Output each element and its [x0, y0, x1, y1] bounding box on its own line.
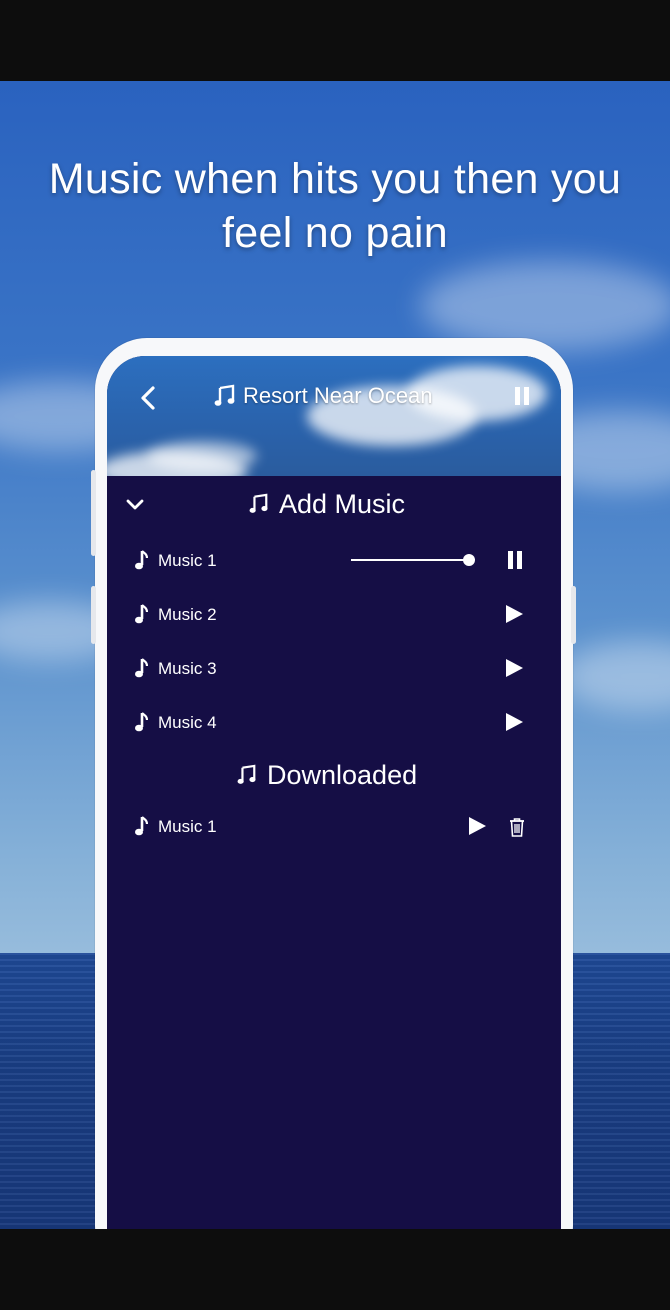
music-notes-icon — [237, 764, 256, 784]
play-icon[interactable] — [503, 657, 525, 679]
list-item[interactable]: Music 1 — [107, 805, 561, 849]
music-note-icon — [135, 550, 148, 570]
music-notes-icon — [249, 493, 268, 513]
app-header: Resort Near Ocean — [107, 356, 561, 476]
trash-icon[interactable] — [508, 816, 526, 838]
play-icon[interactable] — [503, 711, 525, 733]
list-item[interactable]: Music 3 — [107, 647, 561, 691]
list-item[interactable]: Music 1 — [107, 539, 561, 583]
pause-icon[interactable] — [513, 385, 531, 407]
headline-line-2: feel no pain — [222, 209, 448, 257]
list-item[interactable]: Music 4 — [107, 701, 561, 745]
phone-side-button — [571, 586, 576, 644]
track-label: Music 4 — [158, 713, 217, 732]
track-label: Music 1 — [158, 551, 217, 570]
slider-thumb[interactable] — [463, 554, 475, 566]
phone-screen: Resort Near Ocean Add Music Music 1 Musi… — [107, 356, 561, 1229]
add-music-title: Add Music — [279, 489, 406, 519]
list-item[interactable]: Music 2 — [107, 593, 561, 637]
chevron-down-icon[interactable] — [124, 494, 146, 514]
phone-side-button — [91, 470, 96, 556]
music-notes-icon — [214, 384, 235, 406]
track-label: Music 1 — [158, 817, 217, 836]
status-bar-area — [0, 0, 670, 81]
downloaded-heading: Downloaded — [237, 759, 417, 791]
pause-icon[interactable] — [507, 549, 523, 571]
now-playing-title: Resort Near Ocean — [243, 383, 433, 408]
navigation-bar-area — [0, 1229, 670, 1310]
track-label: Music 2 — [158, 605, 217, 624]
chevron-left-icon[interactable] — [134, 383, 164, 413]
slider-track — [351, 559, 469, 561]
music-note-icon — [135, 604, 148, 624]
track-progress-slider[interactable] — [351, 552, 475, 568]
headline: Music when hits you then you feel no pai… — [0, 152, 670, 260]
music-note-icon — [135, 816, 148, 836]
play-icon[interactable] — [503, 603, 525, 625]
music-note-icon — [135, 712, 148, 732]
track-label: Music 3 — [158, 659, 217, 678]
music-note-icon — [135, 658, 148, 678]
headline-line-1: Music when hits you then you — [48, 155, 622, 203]
downloaded-title: Downloaded — [267, 760, 418, 790]
add-music-heading: Add Music — [249, 488, 405, 520]
phone-side-button — [91, 586, 96, 644]
play-icon[interactable] — [466, 815, 488, 837]
